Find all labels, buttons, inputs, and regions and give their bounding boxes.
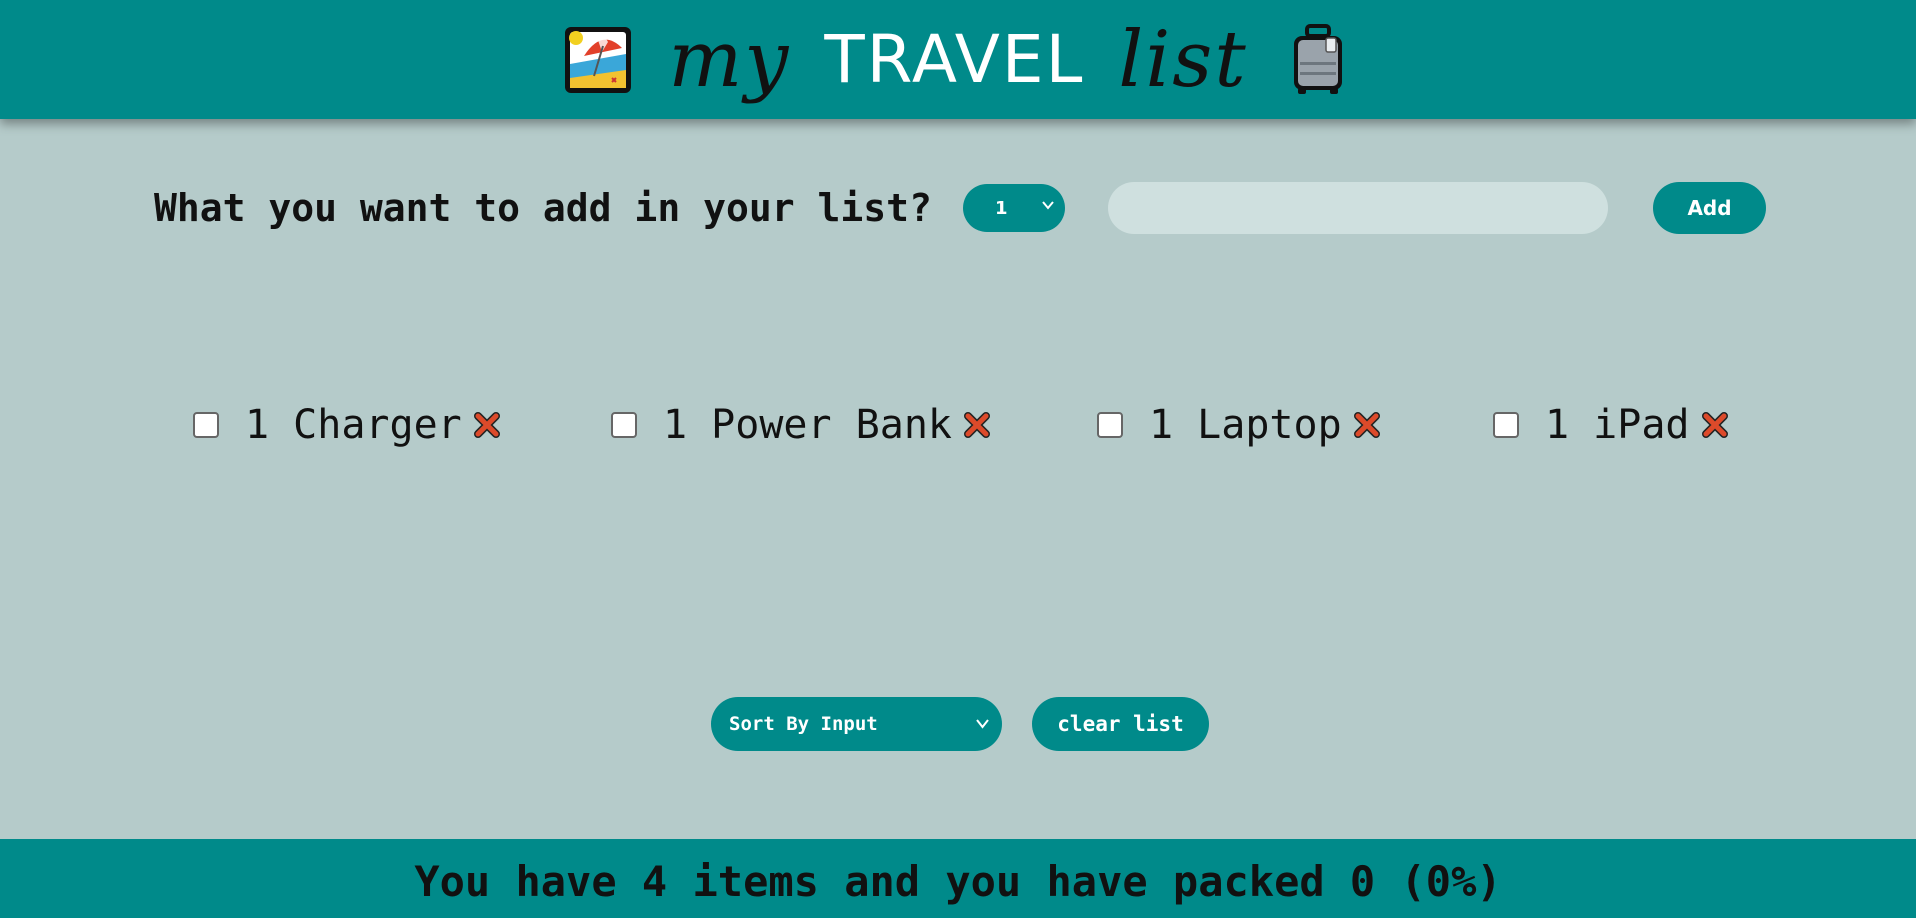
form-question: What you want to add in your list?	[154, 186, 932, 230]
list-item: 1 iPad	[1493, 400, 1730, 450]
packed-checkbox[interactable]	[193, 412, 219, 438]
app-header: my TRAVEL list	[0, 0, 1916, 119]
list-item: 1 Charger	[193, 400, 502, 450]
sort-value: Sort By Input	[729, 713, 878, 735]
add-button[interactable]: Add	[1653, 182, 1766, 234]
item-label: 1 Power Bank	[663, 402, 952, 448]
packed-checkbox[interactable]	[1493, 412, 1519, 438]
stats-footer: You have 4 items and you have packed 0 (…	[0, 839, 1916, 918]
quantity-value: 1	[995, 197, 1008, 219]
packed-checkbox[interactable]	[611, 412, 637, 438]
chevron-down-icon	[1042, 201, 1054, 210]
sort-select[interactable]: Sort By Input	[711, 697, 1002, 751]
chevron-down-icon	[976, 719, 989, 729]
delete-icon[interactable]	[1352, 410, 1382, 440]
app-logo: my TRAVEL list	[562, 21, 1353, 99]
title-travel: TRAVEL	[824, 20, 1085, 98]
list-actions: Sort By Input clear list	[0, 697, 1916, 751]
item-label: 1 Charger	[245, 402, 462, 448]
luggage-icon	[1293, 23, 1342, 94]
beach-umbrella-icon	[565, 26, 632, 93]
title-list: list	[1118, 14, 1248, 105]
item-label: 1 iPad	[1545, 402, 1690, 448]
item-input[interactable]	[1108, 182, 1608, 234]
item-label: 1 Laptop	[1149, 402, 1342, 448]
packed-checkbox[interactable]	[1097, 412, 1123, 438]
quantity-select[interactable]: 1	[963, 184, 1065, 232]
add-item-form: What you want to add in your list? 1 Add	[0, 182, 1916, 234]
packing-stats: You have 4 items and you have packed 0 (…	[414, 857, 1502, 906]
delete-icon[interactable]	[472, 410, 502, 440]
delete-icon[interactable]	[962, 410, 992, 440]
delete-icon[interactable]	[1700, 410, 1730, 440]
packing-list: 1 Charger 1 Power Bank 1 Laptop 1 iPad	[0, 400, 1916, 450]
list-item: 1 Laptop	[1097, 400, 1382, 450]
title-my: my	[668, 14, 791, 105]
list-item: 1 Power Bank	[611, 400, 992, 450]
clear-list-button[interactable]: clear list	[1032, 697, 1209, 751]
